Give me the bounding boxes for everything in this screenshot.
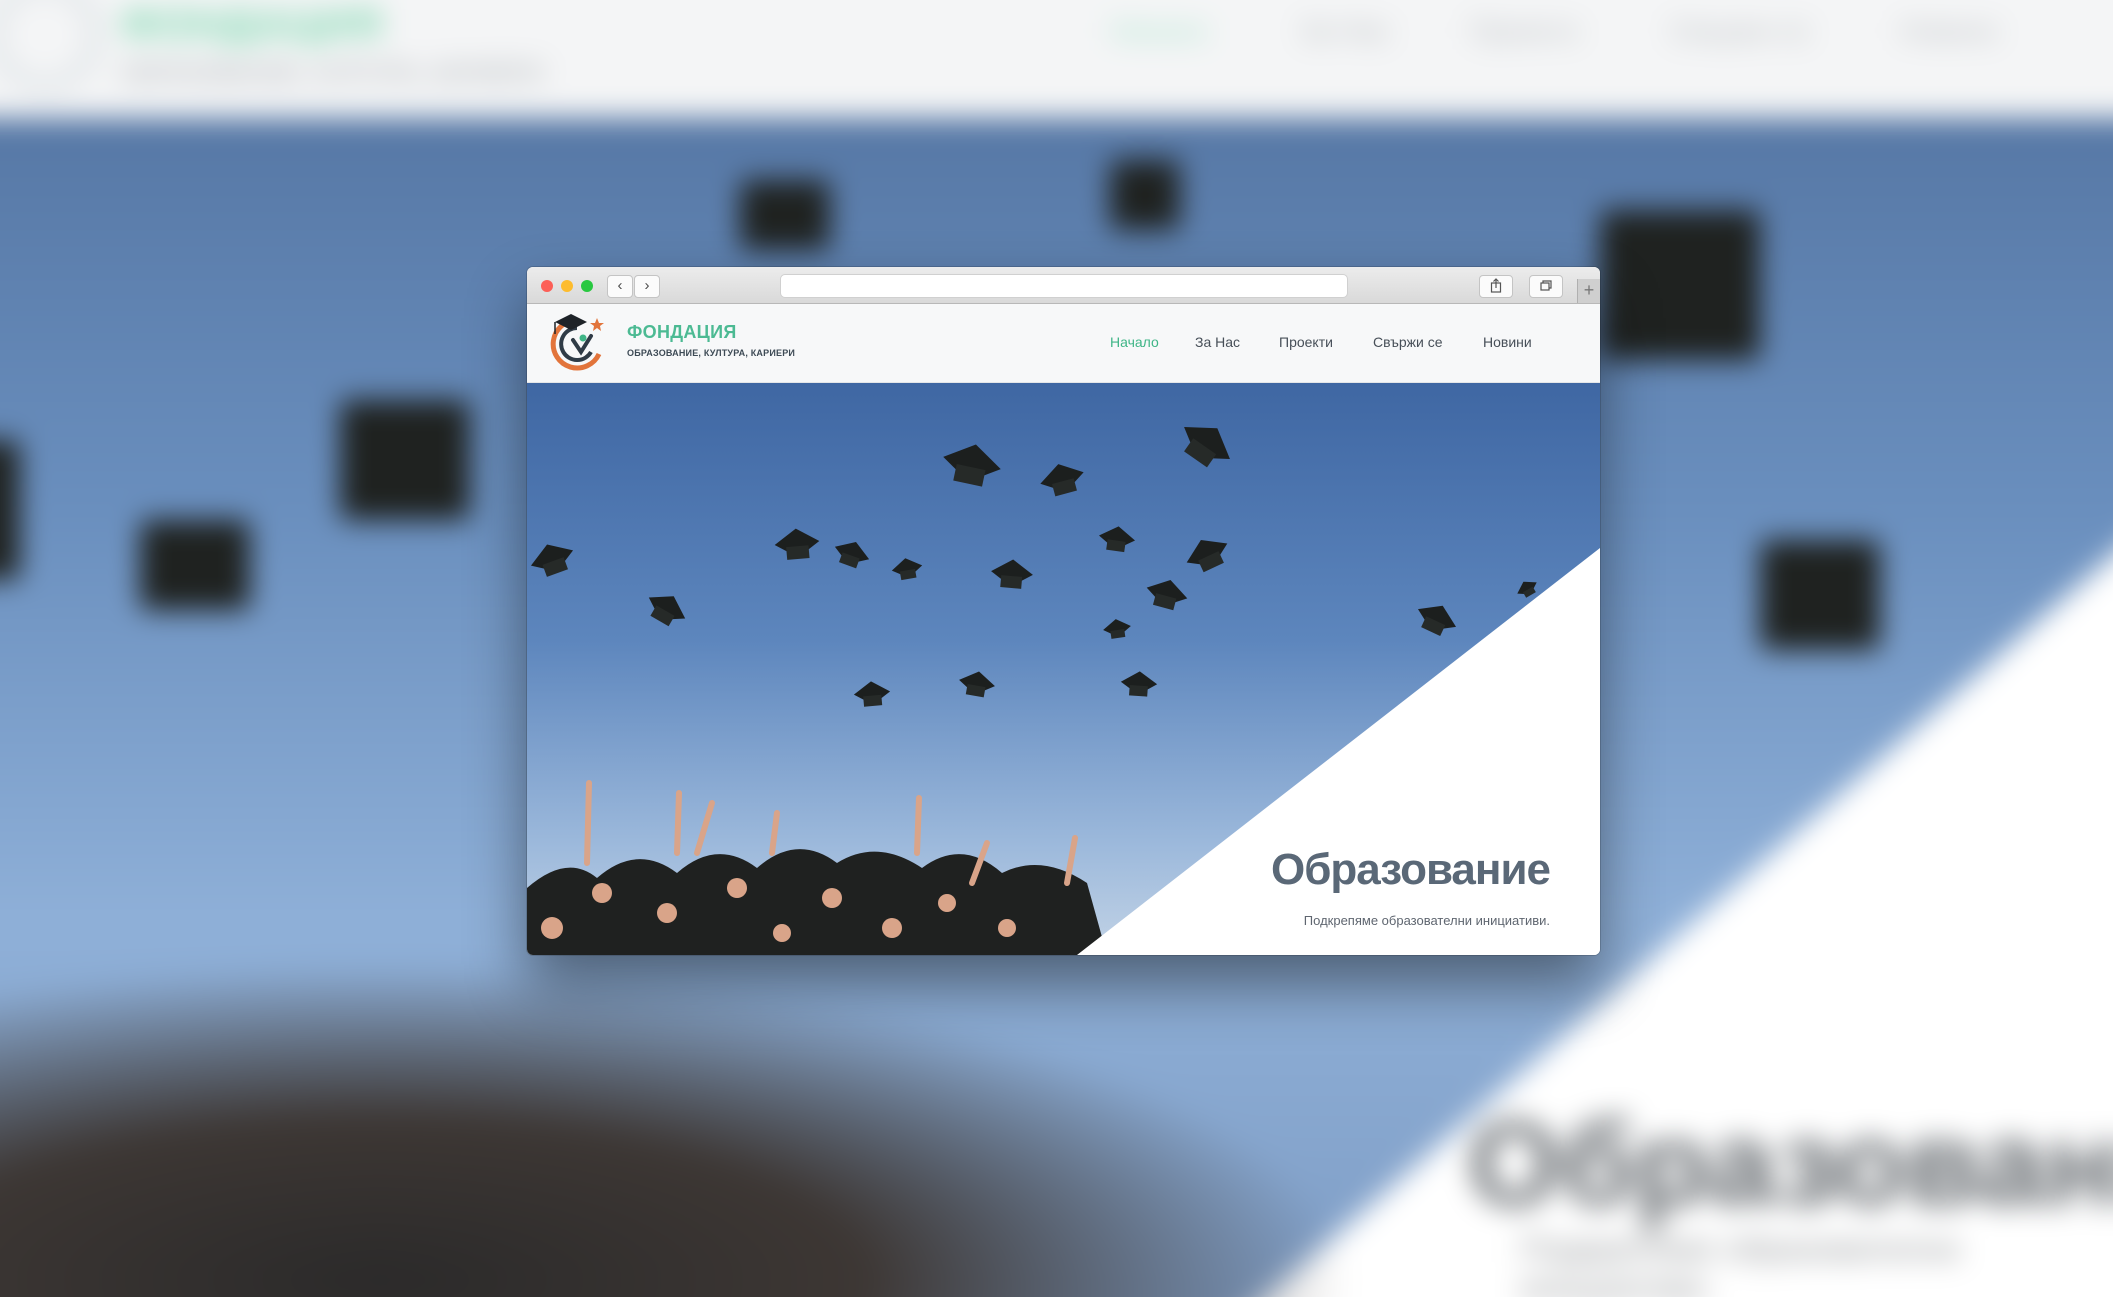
close-window-button[interactable] — [541, 280, 553, 292]
forward-button[interactable]: › — [634, 275, 660, 298]
share-icon — [1490, 278, 1502, 293]
address-bar[interactable] — [780, 274, 1348, 298]
chevron-right-icon: › — [644, 277, 650, 294]
brand-name[interactable]: ФОНДАЦИЯ — [627, 322, 737, 343]
brand-tagline: ОБРАЗОВАНИЕ, КУЛТУРА, КАРИЕРИ — [627, 348, 796, 358]
plus-icon: + — [1583, 280, 1595, 300]
back-button[interactable]: ‹ — [607, 275, 633, 298]
nav-item-about[interactable]: За Нас — [1195, 334, 1240, 350]
hero-section: Образование Подкрепяме образователни ини… — [527, 383, 1600, 955]
show-tabs-button[interactable] — [1529, 275, 1563, 298]
new-tab-button[interactable]: + — [1577, 279, 1600, 303]
tabs-icon — [1540, 280, 1552, 291]
nav-item-contact[interactable]: Свържи се — [1373, 334, 1442, 350]
hero-title: Образование — [1271, 845, 1551, 894]
chevron-left-icon: ‹ — [617, 277, 623, 294]
nav-item-news[interactable]: Новини — [1483, 334, 1532, 350]
browser-toolbar: ‹ › + — [527, 267, 1600, 304]
zoom-window-button[interactable] — [581, 280, 593, 292]
browser-window: ‹ › + ФОНДАЦИЯ ОБРАЗОВАНИЕ, КУЛТУРА, КАР… — [527, 267, 1600, 955]
share-button[interactable] — [1479, 275, 1513, 298]
hero-subtitle: Подкрепяме образователни инициативи. — [1303, 913, 1550, 928]
site-header: ФОНДАЦИЯ ОБРАЗОВАНИЕ, КУЛТУРА, КАРИЕРИ Н… — [527, 304, 1600, 383]
nav-item-home[interactable]: Начало — [1110, 334, 1159, 350]
foundation-logo[interactable] — [547, 310, 609, 372]
minimize-window-button[interactable] — [561, 280, 573, 292]
nav-item-projects[interactable]: Проекти — [1279, 334, 1333, 350]
